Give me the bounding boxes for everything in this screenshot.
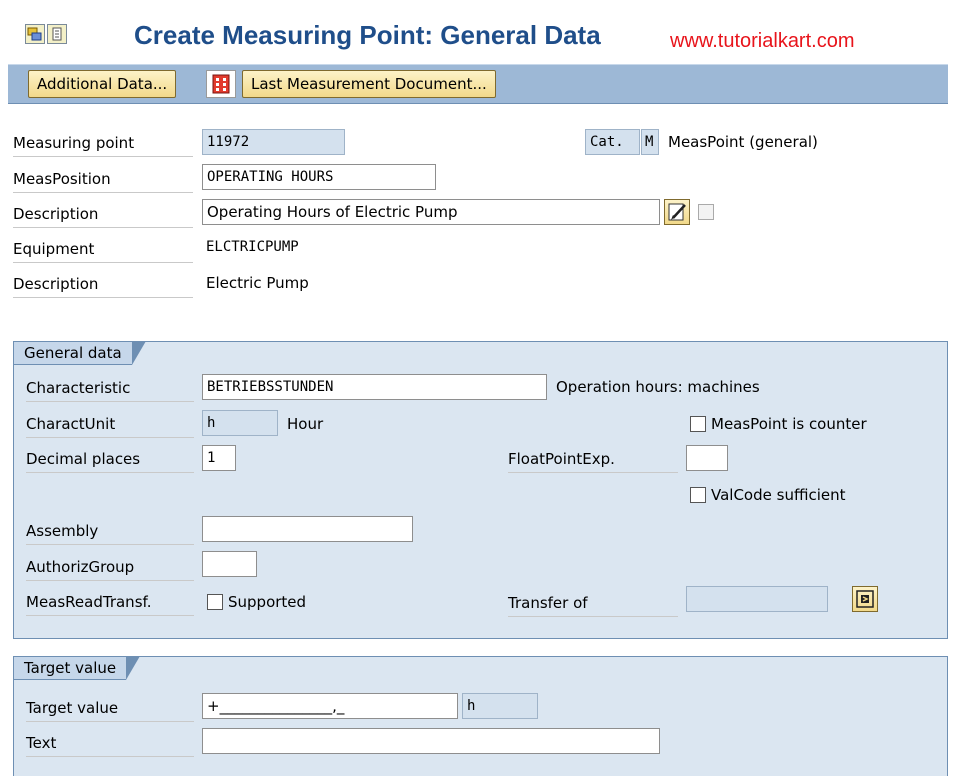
target-value-field[interactable]: +_______________,_ <box>202 693 458 719</box>
measuring-point-label: Measuring point <box>13 130 193 157</box>
meas-read-transf-label: MeasReadTransf. <box>26 589 194 616</box>
long-text-indicator-checkbox <box>698 204 714 220</box>
calculator-icon[interactable] <box>206 70 236 98</box>
navigate-icon[interactable] <box>852 586 878 612</box>
general-data-tab-label: General data <box>24 344 122 362</box>
target-value-label: Target value <box>26 695 194 722</box>
charact-unit-text: Hour <box>287 415 324 433</box>
measuring-point-field[interactable]: 11972 <box>202 129 345 155</box>
equipment-description-label: Description <box>13 271 193 298</box>
charact-unit-label: CharactUnit <box>26 411 194 438</box>
meas-position-label: MeasPosition <box>13 166 193 193</box>
charact-unit-field[interactable]: h <box>202 410 278 436</box>
characteristic-text: Operation hours: machines <box>556 378 760 396</box>
supported-checkbox[interactable] <box>207 594 223 610</box>
general-data-tab: General data <box>13 341 146 365</box>
watermark-text: www.tutorialkart.com <box>670 30 855 52</box>
display-icon[interactable] <box>47 24 67 44</box>
assembly-field[interactable] <box>202 516 413 542</box>
float-point-exp-field[interactable] <box>686 445 728 471</box>
title-bar: Create Measuring Point: General Data www… <box>0 10 956 60</box>
decimal-places-label: Decimal places <box>26 446 194 473</box>
target-value-tab: Target value <box>13 656 141 680</box>
text-label: Text <box>26 730 194 757</box>
equipment-value: ELCTRICPUMP <box>206 239 299 255</box>
page-title: Create Measuring Point: General Data <box>134 20 601 50</box>
long-text-edit-icon[interactable] <box>664 199 690 225</box>
meas-point-counter-label: MeasPoint is counter <box>711 415 867 433</box>
decimal-places-field[interactable]: 1 <box>202 445 236 471</box>
authoriz-group-label: AuthorizGroup <box>26 554 194 581</box>
assembly-label: Assembly <box>26 518 194 545</box>
characteristic-label: Characteristic <box>26 375 194 402</box>
equipment-label: Equipment <box>13 236 193 263</box>
target-value-tab-label: Target value <box>24 659 117 677</box>
category-label: Cat. <box>585 129 640 155</box>
transfer-of-field[interactable] <box>686 586 828 612</box>
category-text: MeasPoint (general) <box>668 133 818 151</box>
description-label: Description <box>13 201 193 228</box>
transfer-of-label: Transfer of <box>508 590 678 617</box>
characteristic-field[interactable]: BETRIEBSSTUNDEN <box>202 374 547 400</box>
supported-label: Supported <box>228 593 307 611</box>
meas-position-field[interactable]: OPERATING HOURS <box>202 164 436 190</box>
equipment-description-value: Electric Pump <box>206 274 309 292</box>
description-field[interactable]: Operating Hours of Electric Pump <box>202 199 660 225</box>
meas-point-counter-checkbox[interactable] <box>690 416 706 432</box>
category-field[interactable]: M <box>641 129 659 155</box>
additional-data-button[interactable]: Additional Data... <box>28 70 177 98</box>
val-code-sufficient-label: ValCode sufficient <box>711 486 846 504</box>
last-measurement-document-button[interactable]: Last Measurement Document... <box>242 70 496 98</box>
application-toolbar: Additional Data... Last Measurement Docu… <box>8 64 948 104</box>
authoriz-group-field[interactable] <box>202 551 257 577</box>
target-value-unit-field[interactable]: h <box>462 693 538 719</box>
float-point-exp-label: FloatPointExp. <box>508 446 678 473</box>
val-code-sufficient-checkbox[interactable] <box>690 487 706 503</box>
other-objects-icon[interactable] <box>25 24 45 44</box>
text-field[interactable] <box>202 728 660 754</box>
